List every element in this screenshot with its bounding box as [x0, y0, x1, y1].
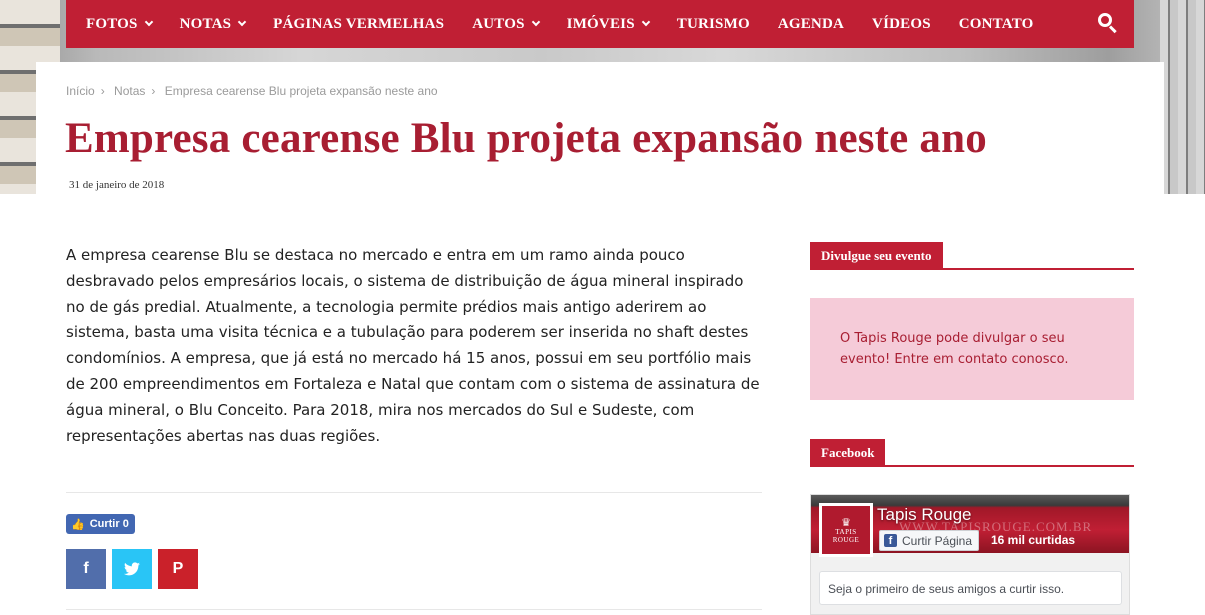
chevron-down-icon	[144, 17, 153, 27]
nav-item-fotos[interactable]: FOTOS	[86, 15, 153, 33]
share-pinterest-button[interactable]: P	[158, 549, 198, 589]
nav-item-paginas-vermelhas[interactable]: PÁGINAS VERMELHAS	[273, 16, 444, 33]
nav-item-label: NOTAS	[179, 15, 232, 32]
nav-item-label: AGENDA	[777, 15, 845, 32]
nav-item-label: FOTOS	[86, 15, 138, 32]
facebook-widget-title: Facebook	[810, 439, 886, 467]
article-body: A empresa cearense Blu se destaca no mer…	[66, 246, 760, 445]
nav-item-label: CONTATO	[958, 15, 1034, 32]
chevron-down-icon	[531, 17, 540, 27]
nav-item-autos[interactable]: AUTOS	[472, 15, 540, 33]
nav-item-label: TURISMO	[676, 15, 750, 32]
avatar-logo-text: TAPIS ROUGE	[832, 527, 860, 544]
facebook-like-button[interactable]: 👍 Curtir 0	[66, 514, 135, 534]
facebook-page-like-button[interactable]: f Curtir Página	[879, 530, 980, 551]
breadcrumb-separator: ›	[151, 84, 156, 98]
tapis-rouge-logo: ♛ TAPIS ROUGE	[822, 506, 870, 554]
thumbs-up-icon: 👍	[71, 518, 85, 531]
event-widget-title: Divulgue seu evento	[810, 242, 943, 270]
facebook-icon: f	[884, 534, 897, 547]
like-button-label: Curtir 0	[89, 518, 129, 530]
nav-item-turismo[interactable]: TURISMO	[677, 16, 750, 33]
search-icon[interactable]	[1098, 13, 1118, 34]
breadcrumb: Início › Notas › Empresa cearense Blu proj…	[66, 84, 444, 98]
nav-item-label: PÁGINAS VERMELHAS	[273, 15, 445, 32]
facebook-page-plugin: WWW.TAPISROUGE.COM.BR ♛ TAPIS ROUGE Tapi…	[810, 494, 1130, 615]
breadcrumb-link-notas[interactable]: Notas	[114, 84, 145, 98]
nav-item-notas[interactable]: NOTAS	[179, 15, 247, 33]
nav-item-label: AUTOS	[472, 15, 525, 32]
building-right-image	[1160, 0, 1205, 194]
article-date: 31 de janeiro de 2018	[69, 179, 165, 191]
breadcrumb-separator: ›	[100, 84, 105, 98]
main-navigation: FOTOS NOTAS PÁGINAS VERMELHAS AUTOS IMÓV…	[66, 0, 1134, 48]
breadcrumb-current: Empresa cearense Blu projeta expansão ne…	[164, 84, 438, 98]
divider	[66, 492, 762, 493]
facebook-page-name[interactable]: Tapis Rouge	[877, 505, 972, 525]
page-like-label: Curtir Página	[902, 533, 973, 548]
nav-item-contato[interactable]: CONTATO	[959, 16, 1034, 33]
facebook-friends-text: Seja o primeiro de seus amigos a curtir …	[819, 571, 1122, 605]
nav-item-agenda[interactable]: AGENDA	[778, 16, 844, 33]
nav-item-label: IMÓVEIS	[566, 15, 635, 32]
share-facebook-button[interactable]: f	[66, 549, 106, 589]
facebook-widget-header: Facebook	[810, 439, 1134, 467]
divider	[66, 609, 762, 610]
facebook-likes-count: 16 mil curtidas	[991, 533, 1076, 547]
chevron-down-icon	[641, 17, 650, 27]
pinterest-icon: P	[172, 560, 184, 577]
nav-item-imoveis[interactable]: IMÓVEIS	[566, 15, 650, 33]
event-widget-text: O Tapis Rouge pode divulgar o seu evento…	[840, 331, 1069, 367]
breadcrumb-link-inicio[interactable]: Início	[66, 84, 95, 98]
twitter-bird-icon	[124, 562, 140, 576]
page-title: Empresa cearense Blu projeta expansão ne…	[65, 115, 987, 162]
chevron-down-icon	[237, 17, 247, 27]
search-icon-handle	[1108, 25, 1117, 34]
facebook-icon: f	[83, 560, 89, 577]
crown-icon: ♛	[841, 515, 851, 529]
nav-item-label: VÍDEOS	[872, 15, 931, 32]
avatar[interactable]: ♛ TAPIS ROUGE	[819, 503, 873, 557]
event-widget-box: O Tapis Rouge pode divulgar o seu evento…	[810, 298, 1134, 400]
share-twitter-button[interactable]	[112, 549, 152, 589]
event-widget-header: Divulgue seu evento	[810, 242, 1134, 270]
nav-item-videos[interactable]: VÍDEOS	[872, 16, 931, 33]
article-header: Início › Notas › Empresa cearense Blu proj…	[36, 62, 1164, 194]
